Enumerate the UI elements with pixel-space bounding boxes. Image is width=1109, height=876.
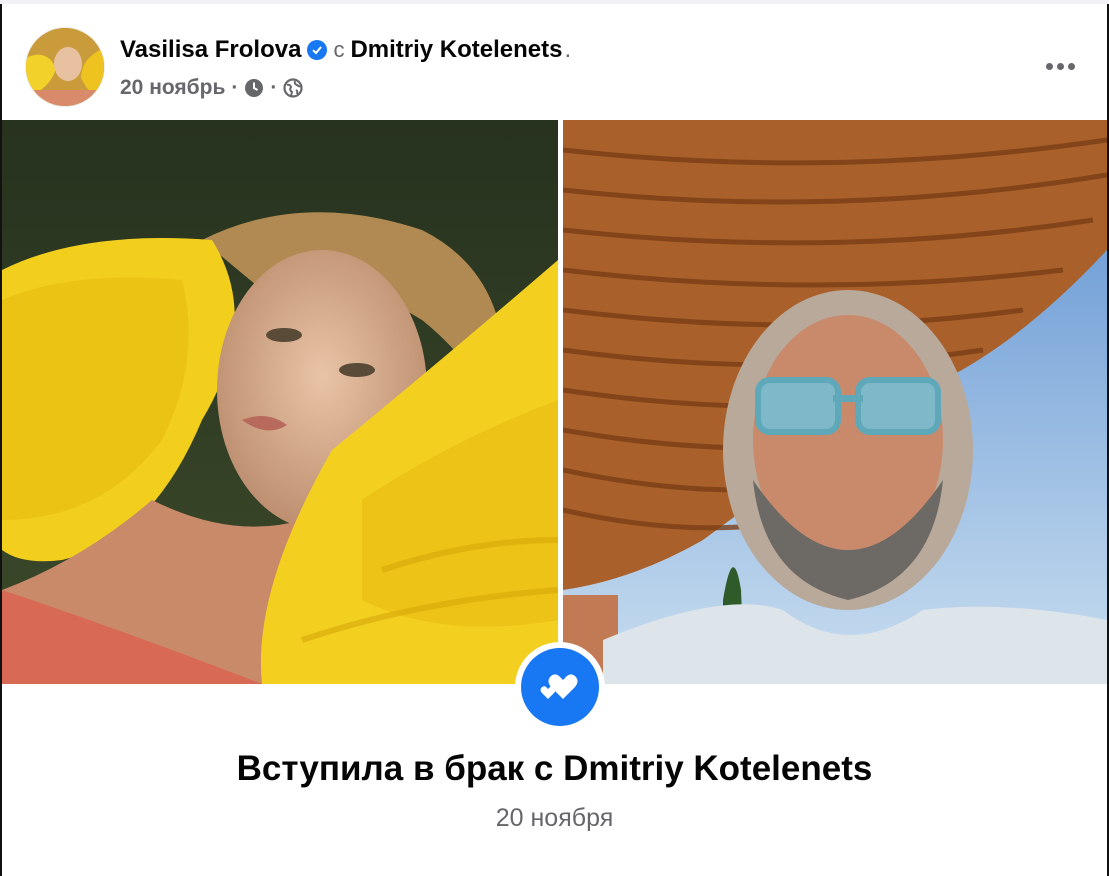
meta-separator: · xyxy=(231,76,239,99)
more-options-button[interactable] xyxy=(1038,50,1082,82)
post-header-line: Vasilisa Frolova с Dmitriy Kotelenets . xyxy=(120,36,571,64)
author-avatar[interactable] xyxy=(26,28,104,106)
more-options-icon xyxy=(1067,62,1075,70)
life-event-title: Вступила в брак с Dmitriy Kotelenets xyxy=(236,749,873,788)
more-options-icon xyxy=(1056,62,1064,70)
post-meta: 20 ноябрь · · xyxy=(120,76,303,100)
with-word: с xyxy=(333,37,345,62)
clock-icon[interactable] xyxy=(244,78,264,98)
post-date-link[interactable]: 20 ноябрь xyxy=(120,76,225,100)
photo-left[interactable] xyxy=(2,120,558,684)
life-event-date: 20 ноября xyxy=(495,804,614,832)
photo-pair xyxy=(2,120,1107,684)
post-card: Vasilisa Frolova с Dmitriy Kotelenets . … xyxy=(0,4,1109,876)
tagged-person-link[interactable]: Dmitriy Kotelenets xyxy=(350,36,562,64)
author-name-link[interactable]: Vasilisa Frolova xyxy=(120,36,301,64)
verified-badge-icon xyxy=(307,40,328,60)
globe-icon[interactable] xyxy=(283,78,303,98)
more-options-icon xyxy=(1045,62,1053,70)
meta-separator: · xyxy=(270,76,278,99)
life-event-badge xyxy=(515,642,605,732)
header-period: . xyxy=(564,36,572,63)
photo-right[interactable] xyxy=(563,120,1107,684)
hearts-icon xyxy=(521,648,599,726)
